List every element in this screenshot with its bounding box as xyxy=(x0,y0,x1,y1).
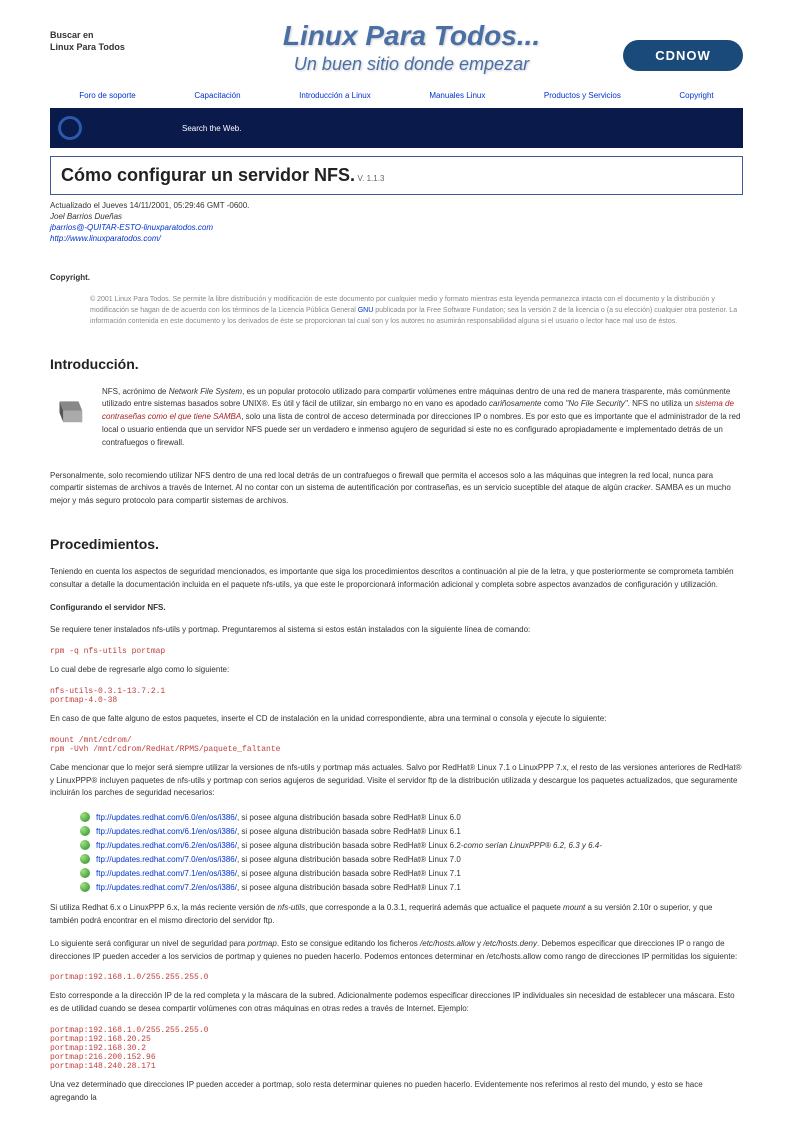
logo-title: Linux Para Todos... xyxy=(200,20,623,52)
nav-productos[interactable]: Productos y Servicios xyxy=(544,91,621,100)
nav-capacitacion[interactable]: Capacitación xyxy=(194,91,240,100)
ftp-link[interactable]: ftp://updates.redhat.com/6.2/en/os/i386/ xyxy=(96,841,237,850)
list-item: ftp://updates.redhat.com/6.2/en/os/i386/… xyxy=(80,838,743,852)
proc-p3: Lo cual debe de regresarle algo como lo … xyxy=(50,664,743,677)
intro-heading: Introducción. xyxy=(50,356,743,372)
proc-p2: Se requiere tener instalados nfs-utils y… xyxy=(50,624,743,637)
search-bar[interactable]: Search the Web. xyxy=(50,108,743,148)
author-email[interactable]: jbarrios@-QUITAR-ESTO-linuxparatodos.com xyxy=(50,223,743,232)
nav-manuales[interactable]: Manuales Linux xyxy=(429,91,485,100)
intro-p1: NFS, acrónimo de Network File System, es… xyxy=(102,386,743,450)
list-item: ftp://updates.redhat.com/7.0/en/os/i386/… xyxy=(80,852,743,866)
list-item: ftp://updates.redhat.com/7.1/en/os/i386/… xyxy=(80,866,743,880)
author-name: Joel Barrios Dueñas xyxy=(50,212,743,221)
bullet-icon xyxy=(80,840,90,850)
logo-subtitle: Un buen sitio donde empezar xyxy=(200,54,623,75)
bullet-icon xyxy=(80,854,90,864)
title-box: Cómo configurar un servidor NFS. V. 1.1.… xyxy=(50,156,743,195)
list-item: ftp://updates.redhat.com/7.2/en/os/i386/… xyxy=(80,880,743,894)
ftp-link[interactable]: ftp://updates.redhat.com/6.0/en/os/i386/ xyxy=(96,813,237,822)
main-nav: Foro de soporte Capacitación Introducció… xyxy=(50,85,743,106)
proc-p8: Esto corresponde a la dirección IP de la… xyxy=(50,990,743,1016)
proc-p7: Lo siguiente será configurar un nivel de… xyxy=(50,938,743,964)
updated-date: Actualizado el Jueves 14/11/2001, 05:29:… xyxy=(50,201,743,210)
cmd4: portmap:192.168.1.0/255.255.255.0 xyxy=(50,973,743,982)
cmd1: rpm -q nfs-utils portmap xyxy=(50,647,743,656)
cube-icon xyxy=(50,390,88,428)
list-item: ftp://updates.redhat.com/6.1/en/os/i386/… xyxy=(80,824,743,838)
logo: Linux Para Todos... Un buen sitio donde … xyxy=(200,20,623,75)
nav-copyright[interactable]: Copyright xyxy=(679,91,713,100)
bullet-icon xyxy=(80,812,90,822)
intro-p2: Personalmente, solo recomiendo utilizar … xyxy=(50,470,743,508)
cmd3: mount /mnt/cdrom/ rpm -Uvh /mnt/cdrom/Re… xyxy=(50,736,743,754)
nav-foro[interactable]: Foro de soporte xyxy=(79,91,135,100)
cmd5: portmap:192.168.1.0/255.255.255.0 portma… xyxy=(50,1026,743,1071)
proc-heading: Procedimientos. xyxy=(50,536,743,552)
proc-p5: Cabe mencionar que lo mejor será siempre… xyxy=(50,762,743,800)
site-url[interactable]: http://www.linuxparatodos.com/ xyxy=(50,234,743,243)
bullet-icon xyxy=(80,868,90,878)
copyright-label: Copyright. xyxy=(50,273,743,282)
search-icon xyxy=(58,116,82,140)
proc-p9: Una vez determinado que direcciones IP p… xyxy=(50,1079,743,1105)
page-title: Cómo configurar un servidor NFS. xyxy=(61,165,355,185)
search-label-2: Linux Para Todos xyxy=(50,42,200,52)
ftp-link[interactable]: ftp://updates.redhat.com/7.2/en/os/i386/ xyxy=(96,883,237,892)
ftp-link[interactable]: ftp://updates.redhat.com/6.1/en/os/i386/ xyxy=(96,827,237,836)
bullet-icon xyxy=(80,826,90,836)
proc-p6: Si utiliza Redhat 6.x o LinuxPPP 6.x, la… xyxy=(50,902,743,928)
update-links: ftp://updates.redhat.com/6.0/en/os/i386/… xyxy=(80,810,743,894)
search-label-1: Buscar en xyxy=(50,30,200,40)
nav-intro[interactable]: Introducción a Linux xyxy=(299,91,371,100)
search-text: Search the Web. xyxy=(182,124,241,133)
copyright-section: Copyright. © 2001 Linux Para Todos. Se p… xyxy=(50,273,743,328)
proc-p1: Teniendo en cuenta los aspectos de segur… xyxy=(50,566,743,592)
search-sidebar: Buscar en Linux Para Todos xyxy=(50,20,200,54)
cdnow-badge[interactable]: CDNOW xyxy=(623,40,743,71)
version: V. 1.1.3 xyxy=(358,174,385,183)
gnu-link[interactable]: GNU xyxy=(358,307,374,314)
ftp-link[interactable]: ftp://updates.redhat.com/7.0/en/os/i386/ xyxy=(96,855,237,864)
bullet-icon xyxy=(80,882,90,892)
list-item: ftp://updates.redhat.com/6.0/en/os/i386/… xyxy=(80,810,743,824)
meta-block: Actualizado el Jueves 14/11/2001, 05:29:… xyxy=(50,201,743,243)
ftp-link[interactable]: ftp://updates.redhat.com/7.1/en/os/i386/ xyxy=(96,869,237,878)
proc-p4: En caso de que falte alguno de estos paq… xyxy=(50,713,743,726)
proc-b1: Configurando el servidor NFS. xyxy=(50,602,743,615)
copyright-text: © 2001 Linux Para Todos. Se permite la l… xyxy=(90,294,743,328)
cmd2: nfs-utils-0.3.1-13.7.2.1 portmap-4.0-38 xyxy=(50,687,743,705)
